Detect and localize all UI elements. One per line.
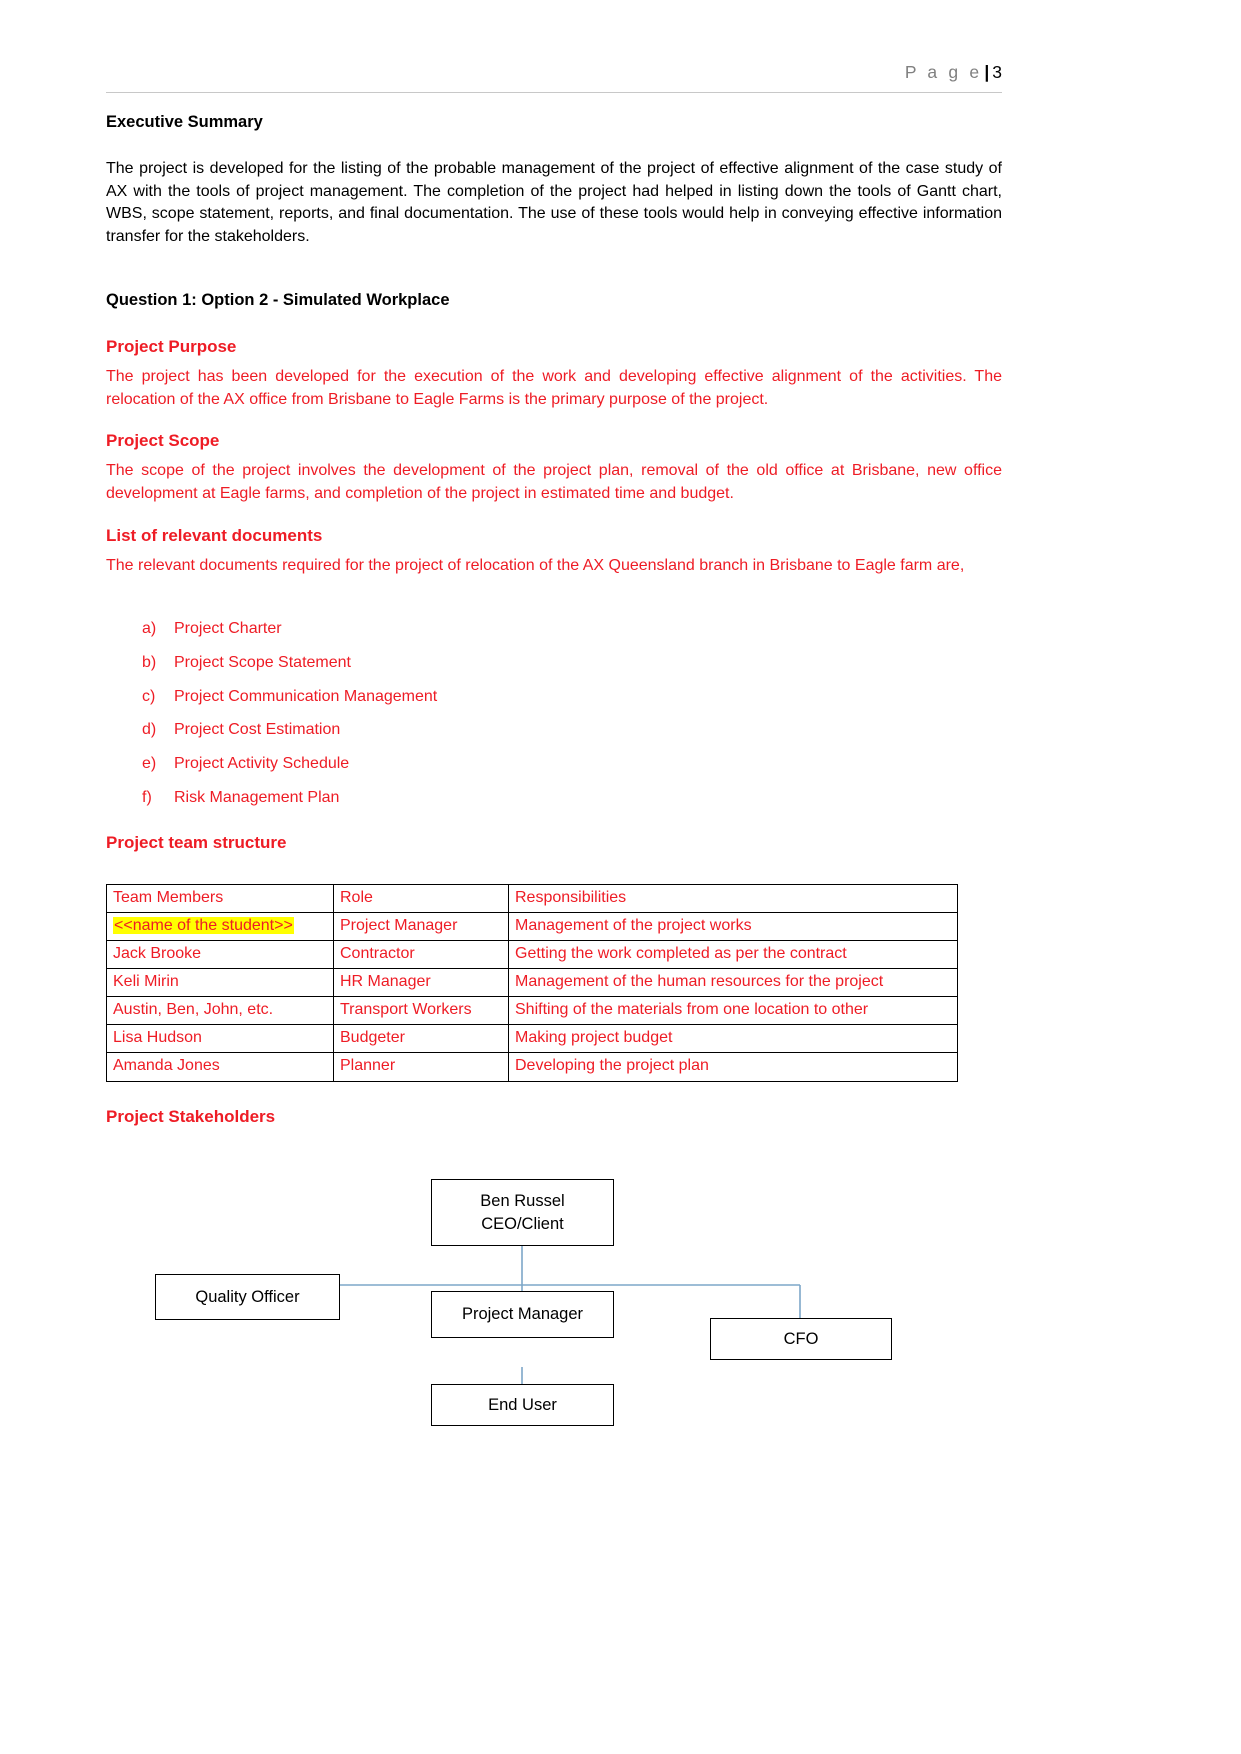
table-cell-role: Transport Workers xyxy=(333,996,509,1026)
table-row: Amanda Jones Planner Developing the projec… xyxy=(106,1052,958,1082)
list-item-marker: a) xyxy=(142,620,157,637)
list-item-label: Risk Management Plan xyxy=(174,788,340,806)
list-item-label: Project Activity Schedule xyxy=(174,755,350,773)
project-purpose-paragraph: The project has been developed for the e… xyxy=(106,368,1002,408)
org-node-project-manager-label: Project Manager xyxy=(461,1305,584,1324)
team-structure-heading: Project team structure xyxy=(106,833,287,852)
org-node-cfo: CFO xyxy=(710,1318,892,1360)
table-cell-responsibility: Making project budget xyxy=(508,1024,958,1054)
list-item-marker: d) xyxy=(142,721,157,739)
project-purpose-heading: Project Purpose xyxy=(106,337,237,356)
executive-summary-paragraph-wrap: The project is developed for the listing… xyxy=(106,158,1002,249)
table-row: Keli Mirin HR Manager Management of the hu… xyxy=(106,968,958,998)
list-item-label: Project Cost Estimation xyxy=(174,721,341,739)
table-cell-role: HR Manager xyxy=(333,968,509,998)
table-cell-role: Budgeter xyxy=(333,1024,509,1054)
org-node-ceo-line1: Ben Russel xyxy=(480,1192,565,1211)
list-item-marker: b) xyxy=(142,653,157,671)
relevant-documents-list: a) Project Charter b) Project Scope Stateme… xyxy=(106,618,1002,808)
table-row: Lisa Hudson Budgeter Making project budget xyxy=(106,1024,958,1054)
executive-summary-heading: Executive Summary xyxy=(106,113,263,131)
executive-summary-paragraph: The project is developed for the listing… xyxy=(106,160,1002,246)
executive-summary-section: Executive Summary xyxy=(106,112,1002,133)
table-cell-responsibility: Shifting of the materials from one locat… xyxy=(508,996,958,1026)
table-cell-member: Amanda Jones xyxy=(106,1052,334,1082)
project-scope-paragraph: The scope of the project involves the de… xyxy=(106,462,1002,502)
list-item-marker: c) xyxy=(142,687,156,705)
list-item-label: Project Charter xyxy=(174,620,282,637)
header-divider xyxy=(106,92,1002,93)
relevant-document-item: f) Risk Management Plan xyxy=(106,787,1002,808)
document-page: P a g e | 3 Executive Summary The project … xyxy=(0,0,1241,1754)
org-node-ceo-line2: CEO/Client xyxy=(481,1214,564,1233)
table-column-header: Role xyxy=(333,883,509,914)
stakeholders-heading: Project Stakeholders xyxy=(106,1107,276,1126)
list-item-label: Project Communication Management xyxy=(174,687,438,705)
question-1-heading: Question 1: Option 2 - Simulated Workpla… xyxy=(106,291,450,309)
table-cell-member: Jack Brooke xyxy=(106,940,334,970)
project-purpose-section: Project Purpose xyxy=(106,336,1002,358)
table-row: <<name of the student>> Project Manager Ma… xyxy=(106,912,958,942)
list-item-label: Project Scope Statement xyxy=(174,653,351,671)
table-cell-responsibility: Developing the project plan xyxy=(508,1052,958,1082)
relevant-document-item: a) Project Charter xyxy=(106,618,1002,639)
relevant-document-item: c) Project Communication Management xyxy=(106,686,1002,707)
page-header: P a g e | 3 xyxy=(106,62,1002,84)
relevant-document-item: d) Project Cost Estimation xyxy=(106,719,1002,740)
list-item-marker: e) xyxy=(142,755,157,773)
relevant-documents-paragraph: The relevant documents required for the … xyxy=(106,557,965,574)
project-scope-paragraph-wrap: The scope of the project involves the de… xyxy=(106,460,1002,505)
org-node-cfo-label: CFO xyxy=(783,1329,819,1348)
table-column-header: Team Members xyxy=(106,883,334,914)
list-item-marker: f) xyxy=(142,788,152,806)
page-number: 3 xyxy=(992,62,1002,82)
question-1-section: Question 1: Option 2 - Simulated Workpla… xyxy=(106,290,1002,311)
org-node-end-user: End User xyxy=(431,1384,614,1426)
relevant-document-item: e) Project Activity Schedule xyxy=(106,753,1002,774)
table-cell-responsibility: Management of the project works xyxy=(508,912,958,942)
table-cell-role: Planner xyxy=(333,1052,509,1082)
table-cell-responsibility: Management of the human resources for th… xyxy=(508,968,958,998)
table-cell-member: Lisa Hudson xyxy=(106,1024,334,1054)
page-header-separator: | xyxy=(984,62,990,82)
team-structure-table-wrap: Team Members Role Responsibilities <<name o… xyxy=(106,883,1002,1082)
project-purpose-paragraph-wrap: The project has been developed for the e… xyxy=(106,366,1002,411)
table-row: Jack Brooke Contractor Getting the work co… xyxy=(106,940,958,970)
table-cell-role: Project Manager xyxy=(333,912,509,942)
org-node-quality-officer: Quality Officer xyxy=(155,1274,340,1320)
table-header-row: Team Members Role Responsibilities xyxy=(106,883,958,914)
table-cell-member: <<name of the student>> xyxy=(106,912,334,942)
page-header-word: P a g e xyxy=(904,62,983,82)
stakeholders-org-chart: Ben Russel CEO/Client Quality Officer Pr… xyxy=(106,1155,1002,1445)
table-cell-role: Contractor xyxy=(333,940,509,970)
project-scope-section: Project Scope xyxy=(106,430,1002,452)
org-node-end-user-label: End User xyxy=(488,1395,557,1414)
table-cell-member: Keli Mirin xyxy=(106,968,334,998)
project-scope-heading: Project Scope xyxy=(106,431,220,450)
table-column-header: Responsibilities xyxy=(508,883,958,914)
highlighted-text: <<name of the student>> xyxy=(113,917,294,935)
relevant-documents-heading: List of relevant documents xyxy=(106,526,323,545)
org-node-quality-officer-label: Quality Officer xyxy=(195,1287,300,1306)
org-node-project-manager: Project Manager xyxy=(431,1291,614,1338)
relevant-documents-list-wrap: a) Project Charter b) Project Scope Stateme… xyxy=(106,618,1002,821)
relevant-document-item: b) Project Scope Statement xyxy=(106,652,1002,673)
table-cell-member: Austin, Ben, John, etc. xyxy=(106,996,334,1026)
team-structure-section: Project team structure xyxy=(106,832,1002,854)
relevant-documents-section: List of relevant documents xyxy=(106,525,1002,547)
relevant-documents-paragraph-wrap: The relevant documents required for the … xyxy=(106,555,1002,578)
team-structure-table: Team Members Role Responsibilities <<name o… xyxy=(106,883,958,1082)
org-node-ceo: Ben Russel CEO/Client xyxy=(431,1179,614,1246)
table-row: Austin, Ben, John, etc. Transport Workers… xyxy=(106,996,958,1026)
table-cell-responsibility: Getting the work completed as per the co… xyxy=(508,940,958,970)
stakeholders-section: Project Stakeholders xyxy=(106,1106,1002,1128)
